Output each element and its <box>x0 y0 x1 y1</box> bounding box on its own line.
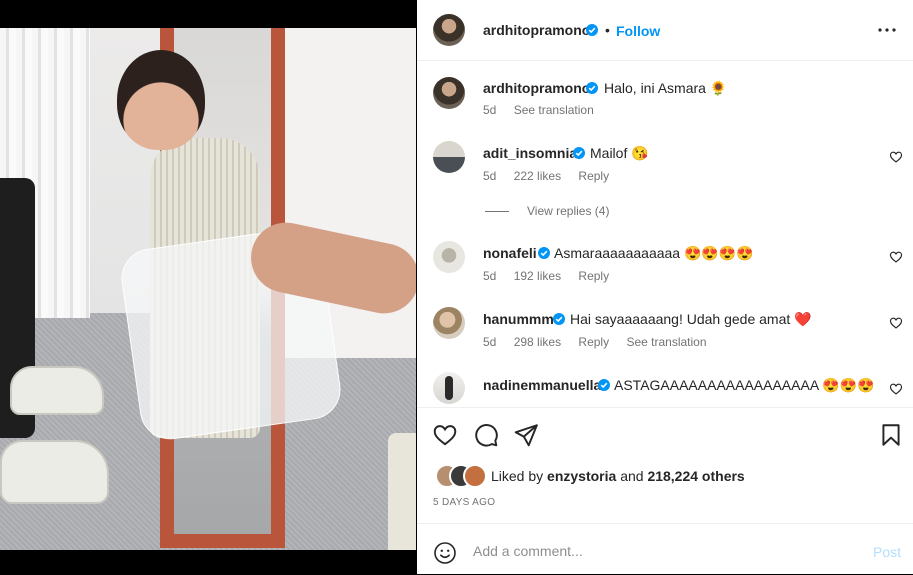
photo-shoe <box>0 440 109 504</box>
comment-text: Hai sayaaaaaang! Udah gede amat ❤️ <box>570 311 812 327</box>
caption-age: 5d <box>483 103 497 117</box>
comment-username[interactable]: hanummm <box>483 311 554 327</box>
add-comment-input[interactable] <box>473 540 843 562</box>
commenter-avatar[interactable] <box>433 372 465 404</box>
post-media <box>0 0 416 574</box>
follow-button[interactable]: Follow <box>616 23 660 39</box>
see-translation-link[interactable]: See translation <box>626 335 706 349</box>
emoji-smiley-icon[interactable] <box>433 541 457 565</box>
liked-by-middle: and <box>620 468 644 484</box>
like-comment-heart-icon[interactable] <box>889 250 903 264</box>
comment-text: ASTAGAAAAAAAAAAAAAAAAA 😍😍😍 <box>614 377 875 393</box>
comment-age: 5d <box>483 269 497 283</box>
add-comment-bar: Post <box>417 523 913 575</box>
author-username[interactable]: ardhitopramono <box>483 22 590 38</box>
view-replies-button[interactable]: View replies (4) <box>527 204 609 218</box>
comment-username[interactable]: adit_insomnia <box>483 145 577 161</box>
comment-age: 5d <box>483 169 497 183</box>
comment-username[interactable]: nadinemmanuella <box>483 377 601 393</box>
comment-likes-count[interactable]: 298 likes <box>514 335 561 349</box>
comment-username[interactable]: nonafeli <box>483 245 537 261</box>
post-details-panel: ardhitopramono • Follow ardhitopramono H… <box>417 0 913 574</box>
like-heart-icon[interactable] <box>432 422 458 448</box>
photo-child-head <box>117 50 205 150</box>
photo-strap <box>388 433 416 550</box>
see-translation-link[interactable]: See translation <box>514 103 594 117</box>
verified-badge-icon <box>553 313 565 325</box>
caption-text: Halo, ini Asmara 🌻 <box>604 80 728 96</box>
reply-button[interactable]: Reply <box>578 335 609 349</box>
comment-age: 5d <box>483 335 497 349</box>
verified-badge-icon <box>573 147 585 159</box>
verified-badge-icon <box>586 82 598 94</box>
commenter-avatar[interactable] <box>433 307 465 339</box>
share-paper-plane-icon[interactable] <box>513 422 539 448</box>
post-comment-button[interactable]: Post <box>873 544 901 560</box>
liked-by-user-link[interactable]: enzystoria <box>547 468 616 484</box>
liked-by-text: Liked by enzystoria and 218,224 others <box>491 468 745 484</box>
verified-badge-icon <box>586 24 598 36</box>
save-bookmark-icon[interactable] <box>878 422 904 448</box>
likes-count-link[interactable]: 218,224 others <box>647 468 744 484</box>
reply-button[interactable]: Reply <box>578 169 609 183</box>
more-options-icon[interactable] <box>875 18 899 42</box>
view-replies-line <box>485 211 509 212</box>
commenter-avatar[interactable] <box>433 241 465 273</box>
comment-likes-count[interactable]: 222 likes <box>514 169 561 183</box>
liked-by-avatar <box>463 464 487 488</box>
comment-meta: 5d 298 likes Reply See translation <box>483 335 721 349</box>
comment-likes-count[interactable]: 192 likes <box>514 269 561 283</box>
caption-meta: 5d See translation <box>483 103 608 117</box>
photo-shoe <box>10 366 104 415</box>
like-comment-heart-icon[interactable] <box>889 150 903 164</box>
caption-username[interactable]: ardhitopramono <box>483 80 590 96</box>
comment-meta: 5d 222 likes Reply <box>483 169 623 183</box>
liked-by-avatars[interactable] <box>435 464 491 488</box>
comment-meta: 5d 192 likes Reply <box>483 269 623 283</box>
like-comment-heart-icon[interactable] <box>889 382 903 396</box>
like-comment-heart-icon[interactable] <box>889 316 903 330</box>
comment-bubble-icon[interactable] <box>473 422 499 448</box>
commenter-avatar[interactable] <box>433 141 465 173</box>
post-header: ardhitopramono • Follow <box>417 0 913 61</box>
follow-separator: • <box>605 22 610 38</box>
author-avatar[interactable] <box>433 14 465 46</box>
liked-by-prefix: Liked by <box>491 468 544 484</box>
caption-avatar[interactable] <box>433 77 465 109</box>
post-timestamp[interactable]: 5 DAYS AGO <box>433 497 495 508</box>
comment-text: Mailof 😘 <box>590 145 649 161</box>
post-actions: Liked by enzystoria and 218,224 others 5… <box>417 407 913 524</box>
comment-text: Asmaraaaaaaaaaaa 😍😍😍😍 <box>554 245 754 261</box>
verified-badge-icon <box>538 247 550 259</box>
reply-button[interactable]: Reply <box>578 269 609 283</box>
verified-badge-icon <box>598 379 610 391</box>
post-photo[interactable] <box>0 28 416 550</box>
